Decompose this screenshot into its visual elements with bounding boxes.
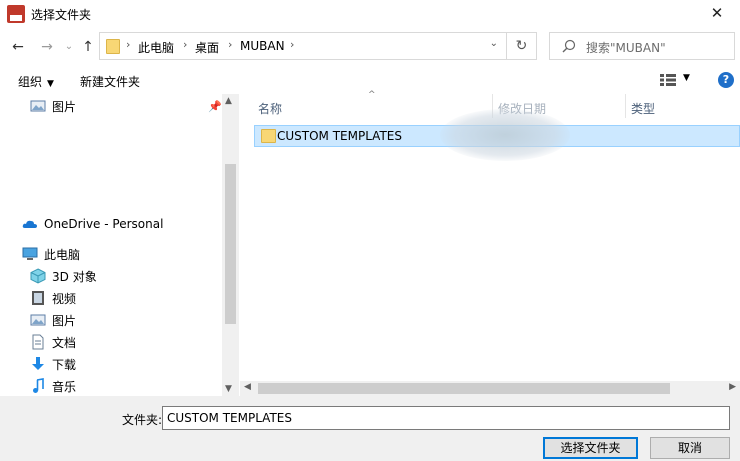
forward-button[interactable]: → <box>37 36 57 58</box>
app-icon <box>7 5 25 23</box>
refresh-button[interactable]: ↻ <box>507 32 537 60</box>
breadcrumb-desktop[interactable]: 桌面 <box>195 39 219 56</box>
sidebar-item-3d-objects[interactable]: 3D 对象 <box>30 266 97 286</box>
sidebar-item-label: 下载 <box>52 357 77 372</box>
folder-icon <box>106 39 120 54</box>
back-button[interactable]: ← <box>8 36 28 58</box>
computer-icon <box>22 247 38 260</box>
address-bar[interactable]: › 此电脑 › 桌面 › MUBAN › ⌄ <box>99 32 507 60</box>
breadcrumb-this-pc[interactable]: 此电脑 <box>138 39 174 56</box>
pictures-icon <box>30 100 46 112</box>
view-options-icon[interactable] <box>660 74 676 86</box>
sidebar-item-label: 视频 <box>52 291 77 306</box>
sidebar-item-label: 图片 <box>52 99 77 114</box>
sidebar-item-onedrive[interactable]: OneDrive - Personal <box>22 214 163 234</box>
onedrive-cloud-icon <box>22 220 37 228</box>
folder-name-input[interactable] <box>162 406 730 430</box>
sidebar-item-label: 音乐 <box>52 379 77 394</box>
folder-field-label: 文件夹: <box>122 413 163 427</box>
sidebar-item-label: OneDrive - Personal <box>44 217 164 231</box>
scrollbar-thumb[interactable] <box>258 383 670 394</box>
sidebar-item-this-pc[interactable]: 此电脑 <box>22 244 80 264</box>
close-button[interactable]: ✕ <box>694 0 740 28</box>
videos-icon <box>32 291 44 305</box>
breadcrumb-separator[interactable]: › <box>228 38 232 51</box>
sidebar-item-videos[interactable]: 视频 <box>30 288 76 308</box>
recent-locations-button[interactable]: ⌄ <box>62 36 76 58</box>
sidebar-item-downloads[interactable]: 下载 <box>30 354 76 374</box>
breadcrumb-separator[interactable]: › <box>126 38 130 51</box>
address-dropdown-icon[interactable]: ⌄ <box>490 38 498 49</box>
new-folder-button[interactable]: 新建文件夹 <box>80 73 140 90</box>
scroll-up-icon[interactable]: ▲ <box>225 96 232 106</box>
sidebar-item-pictures-quick[interactable]: 图片 <box>30 96 76 116</box>
navigation-pane-scrollbar[interactable]: ▲ ▼ <box>222 94 239 396</box>
sidebar-item-pictures[interactable]: 图片 <box>30 310 76 330</box>
breadcrumb-separator[interactable]: › <box>290 38 294 51</box>
breadcrumb-separator[interactable]: › <box>183 38 187 51</box>
scroll-down-icon[interactable]: ▼ <box>225 384 232 394</box>
scroll-right-icon[interactable]: ▶ <box>729 382 736 392</box>
sidebar-item-music[interactable]: 音乐 <box>30 376 76 396</box>
sidebar-item-label: 此电脑 <box>44 247 81 262</box>
download-arrow-icon <box>32 357 44 370</box>
search-placeholder: 搜索"MUBAN" <box>586 41 666 55</box>
scrollbar-thumb[interactable] <box>225 164 236 324</box>
organize-button[interactable]: 组织 ▼ <box>18 73 54 90</box>
navigation-pane: 图片 📌 OneDrive - Personal 此电脑 3D 对象 视频 图片… <box>0 94 238 396</box>
file-name: CUSTOM TEMPLATES <box>277 129 402 143</box>
cancel-button[interactable]: 取消 <box>650 437 730 459</box>
column-header-name[interactable]: 名称 <box>258 94 282 120</box>
navigation-bar: ← → ⌄ ↑ › 此电脑 › 桌面 › MUBAN › ⌄ ↻ 搜索"MUBA… <box>0 28 740 66</box>
pin-icon[interactable]: 📌 <box>208 100 222 113</box>
scroll-left-icon[interactable]: ◀ <box>244 382 251 392</box>
sidebar-item-label: 图片 <box>52 313 77 328</box>
music-note-icon <box>33 378 44 393</box>
documents-icon <box>32 334 44 350</box>
folder-icon <box>261 129 276 143</box>
dialog-footer: 文件夹: 选择文件夹 取消 <box>0 396 740 461</box>
window-title: 选择文件夹 <box>31 8 92 22</box>
column-header-type[interactable]: 类型 <box>631 94 655 120</box>
column-divider[interactable] <box>625 94 626 118</box>
file-list-horizontal-scrollbar[interactable]: ◀ ▶ <box>240 381 740 396</box>
up-button[interactable]: ↑ <box>78 36 98 58</box>
sort-ascending-icon: ^ <box>368 90 376 100</box>
sidebar-item-documents[interactable]: 文档 <box>30 332 76 352</box>
breadcrumb-muban[interactable]: MUBAN <box>240 39 285 53</box>
pictures-icon <box>30 314 46 326</box>
title-bar: 选择文件夹 ✕ <box>0 0 740 28</box>
sidebar-item-label: 文档 <box>52 335 77 350</box>
3d-objects-icon <box>30 268 46 284</box>
organize-label: 组织 <box>18 75 43 89</box>
help-icon[interactable]: ? <box>718 72 734 88</box>
view-dropdown-icon[interactable]: ▼ <box>683 73 690 83</box>
select-folder-button[interactable]: 选择文件夹 <box>543 437 638 459</box>
redaction-blur <box>440 109 570 161</box>
search-box[interactable]: 搜索"MUBAN" <box>549 32 735 60</box>
dropdown-arrow-icon: ▼ <box>47 79 54 89</box>
search-icon <box>562 39 576 53</box>
sidebar-item-label: 3D 对象 <box>52 269 97 284</box>
file-list-pane: ^ 名称 修改日期 类型 CUSTOM TEMPLATES <box>240 90 740 396</box>
